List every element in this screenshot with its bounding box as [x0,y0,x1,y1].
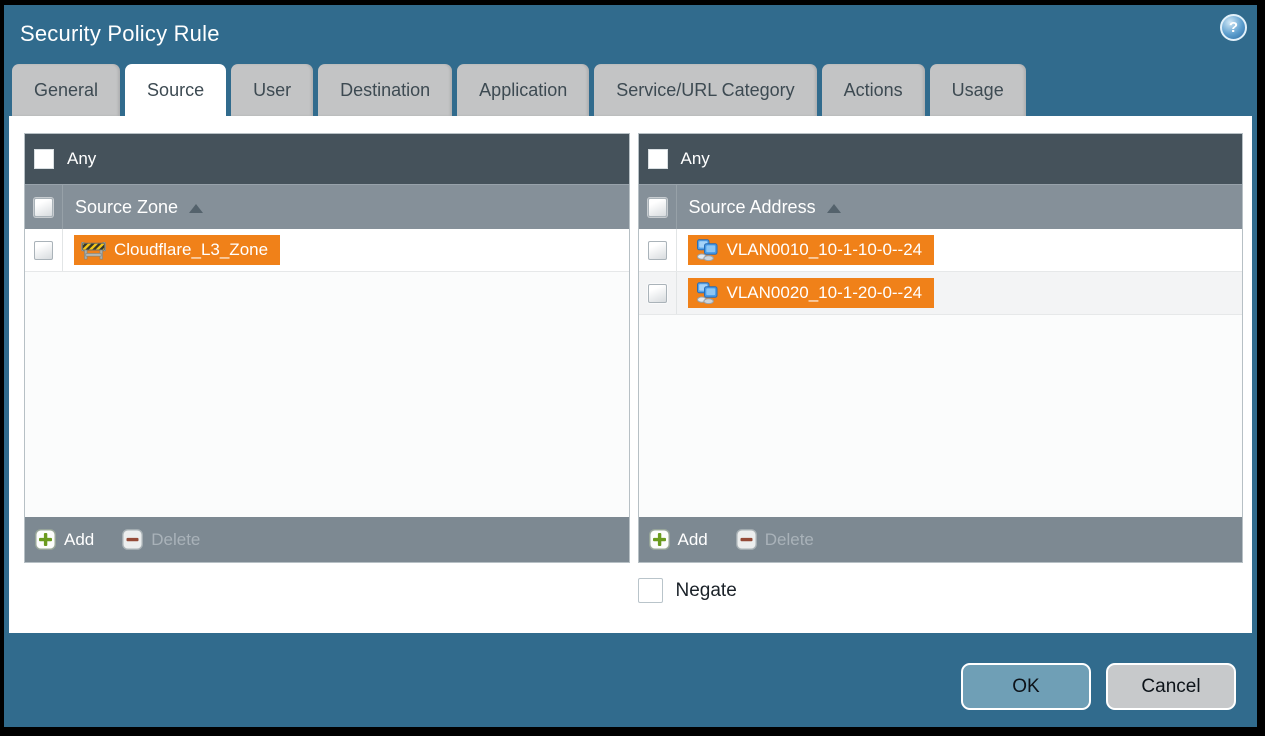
source-address-delete-button[interactable]: Delete [735,529,814,550]
source-zone-any-header: Any [25,134,629,184]
tab-service-url-category[interactable]: Service/URL Category [594,64,817,116]
ok-button[interactable]: OK [961,663,1091,710]
add-icon [648,529,670,550]
source-zone-panel-footer: Add Delete [25,517,629,562]
source-address-any-checkbox[interactable] [647,149,668,169]
row-checkbox[interactable] [647,283,667,303]
dialog-footer: OK Cancel [4,663,1257,710]
source-zone-column-header: Source Zone [25,184,629,229]
address-icon [695,282,719,304]
tab-actions[interactable]: Actions [821,64,925,116]
list-item[interactable]: VLAN0010_10-1-10-0--24 [638,229,1242,272]
add-icon [35,529,56,550]
negate-control: Negate [637,578,1244,603]
source-address-panel-footer: Add Delete [638,517,1242,562]
negate-spacer [24,578,630,603]
dialog-body: Any Source Zone Cloudflare_L3_Zone Add D… [9,116,1252,633]
address-icon [695,239,719,261]
source-zone-select-all-checkbox[interactable] [34,197,53,217]
tab-source[interactable]: Source [125,64,227,116]
object-chip[interactable]: VLAN0010_10-1-10-0--24 [687,235,935,265]
source-zone-column-title[interactable]: Source Zone [75,197,178,218]
source-zone-any-label: Any [67,149,97,168]
object-name: VLAN0010_10-1-10-0--24 [726,240,923,259]
tab-destination[interactable]: Destination [318,64,453,116]
source-zone-delete-button[interactable]: Delete [122,529,200,550]
object-name: Cloudflare_L3_Zone [114,240,269,259]
object-chip[interactable]: Cloudflare_L3_Zone [74,235,281,265]
source-address-list: VLAN0010_10-1-10-0--24 VLAN0020_10-1-20-… [638,229,1242,517]
source-address-panel: Any Source Address VLAN0010_10-1-10-0--2… [637,133,1243,563]
tab-usage[interactable]: Usage [929,64,1026,116]
delete-label: Delete [764,529,814,549]
source-zone-panel: Any Source Zone Cloudflare_L3_Zone Add D… [24,133,630,563]
screen: Security Policy Rule ? General Source User… [0,0,1265,736]
delete-label: Delete [151,529,201,549]
add-label: Add [677,529,708,549]
source-zone-any-checkbox[interactable] [34,149,54,169]
negate-row: Negate [24,578,1243,603]
page-title: Security Policy Rule [20,21,220,46]
add-label: Add [64,529,95,549]
delete-icon [122,529,144,550]
tab-user[interactable]: User [231,64,314,116]
list-item[interactable]: Cloudflare_L3_Zone [25,229,629,272]
panels-container: Any Source Zone Cloudflare_L3_Zone Add D… [24,133,1243,563]
source-address-any-label: Any [680,149,710,168]
help-icon[interactable]: ? [1220,14,1247,41]
source-zone-list: Cloudflare_L3_Zone [25,229,629,517]
source-address-select-all-checkbox[interactable] [647,197,667,217]
source-address-add-button[interactable]: Add [648,529,708,550]
sort-asc-icon [189,204,204,213]
zone-icon [81,240,106,260]
tab-application[interactable]: Application [457,64,590,116]
object-name: VLAN0020_10-1-20-0--24 [726,283,923,302]
sort-asc-icon [826,204,841,213]
dialog-titlebar: Security Policy Rule ? [4,5,1257,63]
delete-icon [735,529,757,550]
negate-checkbox[interactable] [637,578,663,603]
cancel-button[interactable]: Cancel [1106,663,1236,710]
security-policy-rule-dialog: Security Policy Rule ? General Source User… [4,5,1257,727]
row-checkbox[interactable] [647,240,667,260]
source-address-column-title[interactable]: Source Address [689,197,816,218]
list-item[interactable]: VLAN0020_10-1-20-0--24 [638,272,1242,315]
tab-general[interactable]: General [12,64,121,116]
source-address-any-header: Any [638,134,1242,184]
row-checkbox[interactable] [34,240,53,260]
source-address-column-header: Source Address [638,184,1242,229]
tab-bar: General Source User Destination Application S… [4,63,1257,116]
negate-label: Negate [675,579,737,601]
source-zone-add-button[interactable]: Add [35,529,94,550]
object-chip[interactable]: VLAN0020_10-1-20-0--24 [687,278,935,308]
